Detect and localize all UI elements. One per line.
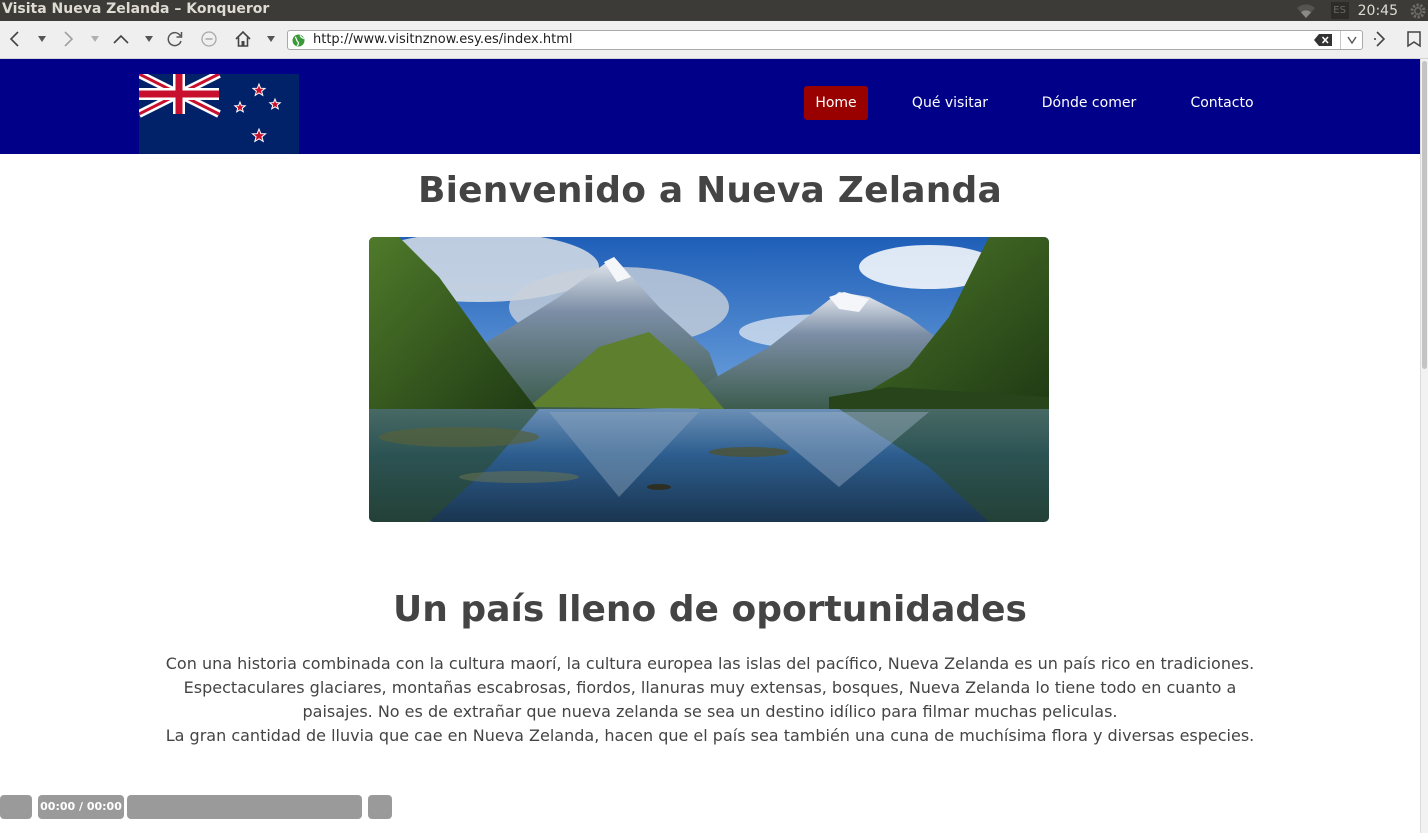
section-title: Un país lleno de oportunidades: [393, 589, 1027, 630]
keyboard-layout-indicator[interactable]: ES: [1330, 2, 1349, 19]
paragraph-line-3: La gran cantidad de lluvia que cae en Nu…: [165, 726, 1255, 745]
location-bar[interactable]: http://www.visitnznow.esy.es/index.html: [287, 30, 1363, 50]
bookmark-icon[interactable]: [1404, 29, 1424, 49]
nav-donde-comer[interactable]: Dónde comer: [1030, 86, 1148, 120]
url-input[interactable]: http://www.visitnznow.esy.es/index.html: [313, 32, 572, 47]
paragraph-line-1: Con una historia combinada con la cultur…: [165, 654, 1255, 673]
new-zealand-flag-logo[interactable]: [139, 74, 299, 154]
browser-toolbar: http://www.visitnznow.esy.es/index.html: [0, 21, 1428, 59]
nav-home[interactable]: Home: [804, 86, 868, 120]
volume-button[interactable]: [368, 795, 392, 819]
intro-paragraph: Con una historia combinada con la cultur…: [150, 652, 1270, 748]
location-dropdown-icon[interactable]: [1340, 31, 1362, 49]
nav-que-visitar[interactable]: Qué visitar: [900, 86, 1000, 120]
hero-landscape-image: [369, 237, 1049, 522]
reload-icon[interactable]: [165, 29, 185, 49]
gear-icon[interactable]: [1408, 1, 1428, 21]
play-button[interactable]: [0, 795, 32, 819]
system-tray: ES 20:45: [1295, 0, 1428, 21]
clear-text-icon[interactable]: [1314, 34, 1332, 46]
home-icon[interactable]: [233, 29, 253, 49]
wifi-icon[interactable]: [1295, 3, 1317, 19]
globe-icon: [292, 34, 305, 47]
forward-icon[interactable]: [58, 29, 78, 49]
forward-history-dropdown-icon[interactable]: [85, 29, 105, 49]
page-scrollbar[interactable]: [1420, 59, 1428, 833]
up-dropdown-icon[interactable]: [139, 29, 159, 49]
home-dropdown-icon[interactable]: [261, 29, 281, 49]
nav-contacto[interactable]: Contacto: [1180, 86, 1264, 120]
clock[interactable]: 20:45: [1358, 3, 1398, 19]
stop-icon[interactable]: [199, 29, 219, 49]
back-history-dropdown-icon[interactable]: [32, 29, 52, 49]
site-navbar: Home Qué visitar Dónde comer Contacto: [0, 59, 1420, 154]
seek-bar[interactable]: [127, 795, 362, 819]
page-title: Bienvenido a Nueva Zelanda: [417, 170, 1003, 211]
paragraph-line-2: Espectaculares glaciares, montañas escab…: [183, 678, 1237, 721]
more-tools-icon[interactable]: [1370, 29, 1390, 49]
window-title: Visita Nueva Zelanda – Konqueror: [2, 1, 270, 17]
web-page: Home Qué visitar Dónde comer Contacto Bi…: [0, 59, 1420, 833]
scrollbar-thumb[interactable]: [1422, 61, 1427, 369]
player-time: 00:00 / 00:00: [38, 795, 124, 819]
up-icon[interactable]: [111, 29, 131, 49]
window-titlebar: Visita Nueva Zelanda – Konqueror ES 20:4…: [0, 0, 1428, 21]
back-icon[interactable]: [5, 29, 25, 49]
